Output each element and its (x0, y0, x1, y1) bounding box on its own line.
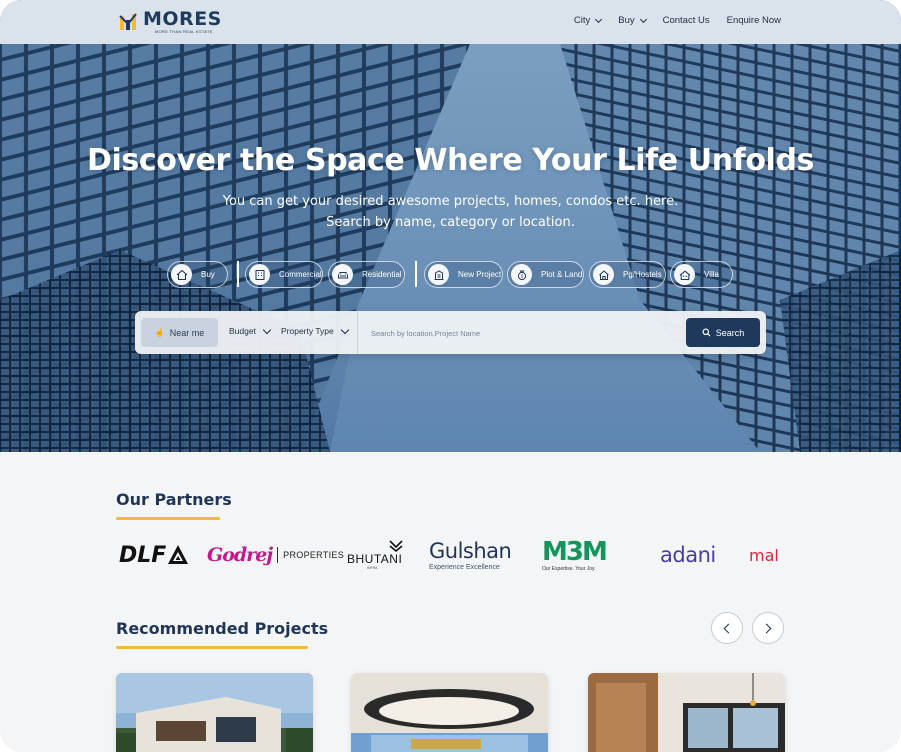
nav-contact-us[interactable]: Contact Us (663, 15, 710, 26)
partner-logo-text: DLF (119, 542, 167, 568)
partner-logo-mahagun[interactable]: mal (749, 534, 779, 576)
page: Discover the Space Where Your Life Unfol… (0, 0, 901, 752)
nav-city[interactable]: City (573, 15, 603, 26)
search-divider (357, 311, 358, 354)
home-icon (171, 264, 192, 285)
budget-dropdown[interactable]: Budget (229, 325, 272, 336)
partners-logos: DLF Godrej PROPERTIES BHUTANI INFRA Guls… (116, 534, 901, 576)
partner-logo-text: mal (749, 545, 779, 565)
category-new-project[interactable]: New Project (424, 261, 503, 288)
top-navbar: MORES MORE THAN REAL ESTATE City Buy Con… (0, 0, 901, 44)
category-label: Commercial (279, 270, 322, 279)
search-bar: ☝ Near me Budget Property Type Search (135, 311, 766, 354)
category-buy[interactable]: Buy (167, 261, 228, 288)
partner-logo-text: PROPERTIES (283, 550, 345, 560)
brand-mark-icon (119, 13, 137, 30)
dlf-triangle-icon (168, 545, 189, 564)
nav-buy[interactable]: Buy (618, 15, 647, 26)
category-separator (415, 261, 417, 287)
partner-logo-godrej[interactable]: Godrej PROPERTIES (207, 534, 344, 576)
brand-name: MORES (143, 8, 222, 30)
prev-arrow-button[interactable] (711, 612, 743, 644)
partner-logo-bhutani[interactable]: BHUTANI INFRA (347, 534, 403, 576)
partner-logo-m3m[interactable]: M3M Our Expertise. Your Joy. (542, 534, 608, 576)
search-button-label: Search (715, 327, 745, 338)
chevron-left-icon (723, 623, 734, 633)
nav-enquire-now[interactable]: Enquire Now (727, 15, 781, 26)
near-me-button[interactable]: ☝ Near me (141, 318, 218, 347)
category-label: Villa (704, 270, 719, 279)
partner-logo-dlf[interactable]: DLF (119, 534, 189, 576)
partner-logo-subtext: Our Expertise. Your Joy. (542, 566, 596, 572)
brand-tagline: MORE THAN REAL ESTATE (155, 29, 213, 34)
partner-logo-text: Gulshan (429, 539, 512, 563)
category-label: Pg/Hostels (623, 270, 662, 279)
project-card[interactable] (588, 673, 785, 752)
partner-logo-gulshan[interactable]: Gulshan Experience Excellence (429, 534, 512, 576)
nav-label: Contact Us (662, 15, 710, 26)
property-type-label: Property Type (281, 326, 334, 336)
property-type-dropdown[interactable]: Property Type (281, 325, 350, 336)
hand-pointer-icon: ☝ (154, 328, 165, 337)
hero-title: Discover the Space Where Your Life Unfol… (87, 143, 814, 178)
villa-icon (674, 264, 695, 285)
hero-subtitle-2: Search by name, category or location. (326, 215, 575, 230)
nav-label: Enquire Now (726, 15, 781, 26)
brand-logo[interactable]: MORES MORE THAN REAL ESTATE (119, 8, 229, 36)
category-pills: Buy Commercial Residential New Project $… (0, 261, 901, 289)
chevron-down-icon (262, 325, 272, 334)
partners-heading-underline (116, 517, 220, 520)
project-card[interactable] (116, 673, 313, 752)
category-plot-land[interactable]: $ Plot & Land (507, 261, 584, 288)
partner-logo-text: M3M (542, 537, 608, 567)
category-separator (237, 261, 239, 287)
hostel-icon (593, 264, 614, 285)
next-arrow-button[interactable] (752, 612, 784, 644)
category-villa[interactable]: Villa (670, 261, 733, 288)
recommended-heading: Recommended Projects (116, 619, 329, 638)
nav-links: City Buy Contact Us Enquire Now (557, 15, 781, 26)
hero-section: Discover the Space Where Your Life Unfol… (0, 0, 901, 452)
partner-logo-text: BHUTANI (347, 552, 403, 566)
svg-text:$: $ (520, 273, 523, 279)
building-icon (249, 264, 270, 285)
search-button[interactable]: Search (686, 318, 760, 347)
category-label: Residential (362, 270, 402, 279)
partners-heading: Our Partners (116, 490, 232, 509)
chevron-down-icon (595, 15, 603, 23)
hero-subtitle: You can get your desired awesome project… (222, 194, 679, 209)
category-label: New Project (458, 270, 502, 279)
partner-logo-script: Godrej (207, 544, 273, 566)
partner-logo-subtext: INFRA (367, 566, 378, 570)
chevron-down-icon (340, 325, 350, 334)
godrej-divider (277, 547, 279, 563)
category-commercial[interactable]: Commercial (245, 261, 323, 288)
partner-logo-text: adani (660, 543, 716, 567)
budget-label: Budget (229, 326, 256, 336)
near-me-label: Near me (169, 327, 205, 338)
money-bag-icon: $ (511, 264, 532, 285)
chevron-down-icon (639, 15, 647, 23)
category-label: Buy (201, 270, 215, 279)
partner-logo-subtext: Experience Excellence (429, 564, 500, 571)
project-image (116, 673, 313, 752)
nav-label: Buy (618, 15, 635, 26)
category-residential[interactable]: Residential (328, 261, 405, 288)
nav-label: City (573, 15, 591, 26)
project-image (588, 673, 785, 752)
sofa-icon (332, 264, 353, 285)
project-image (351, 673, 548, 752)
recommended-heading-underline (116, 646, 308, 649)
category-pg-hostels[interactable]: Pg/Hostels (589, 261, 666, 288)
search-icon (702, 328, 711, 337)
bhutani-mark-icon (389, 540, 403, 552)
category-label: Plot & Land (541, 270, 583, 279)
partner-logo-adani[interactable]: adani (660, 534, 716, 576)
project-card[interactable] (351, 673, 548, 752)
search-input[interactable] (371, 321, 681, 345)
project-icon (428, 264, 449, 285)
chevron-right-icon (761, 623, 772, 633)
